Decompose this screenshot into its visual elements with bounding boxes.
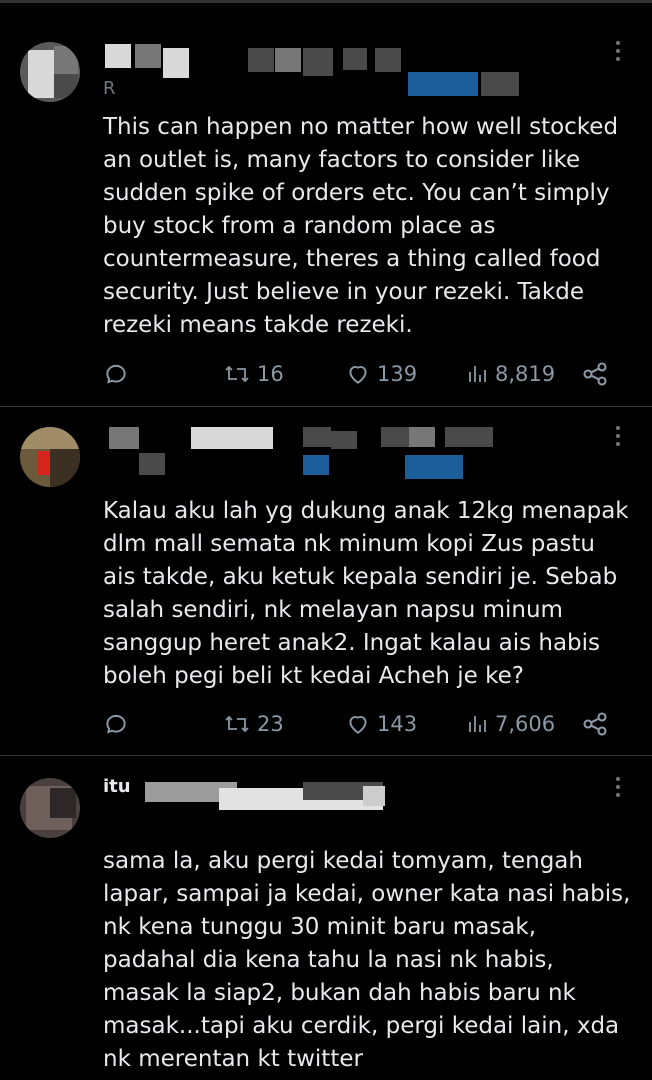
reply-icon [106, 364, 126, 384]
avatar[interactable] [20, 42, 80, 102]
share-icon [583, 712, 607, 736]
tweet-1[interactable]: R This can happen no matter how well sto… [0, 0, 652, 406]
more-icon[interactable] [608, 423, 628, 449]
heart-icon [349, 715, 367, 734]
share-button[interactable] [581, 358, 609, 390]
tweet-3[interactable]: itu sama la, aku pergi kedai tomyam, ten… [0, 756, 652, 1080]
views-button[interactable]: 7,606 [465, 708, 555, 740]
tweet-text: sama la, aku pergi kedai tomyam, tengah … [103, 848, 631, 1072]
reply-icon [106, 714, 126, 734]
retweet-button[interactable]: 23 [223, 708, 284, 740]
more-icon[interactable] [608, 774, 628, 800]
retweet-button[interactable]: 16 [223, 358, 284, 390]
tweet-text: Kalau aku lah yg dukung anak 12kg menapa… [103, 498, 629, 689]
views-count: 7,606 [495, 712, 556, 736]
tweet-actions: 23 143 7,606 [103, 708, 623, 740]
views-count: 8,819 [495, 362, 556, 386]
views-icon [469, 716, 486, 732]
heart-icon [349, 365, 367, 384]
author-name-fragment: itu [103, 776, 131, 797]
retweet-icon [225, 715, 249, 733]
author-name-redacted[interactable] [103, 425, 573, 483]
tweet-text: This can happen no matter how well stock… [103, 114, 619, 338]
tweet-2[interactable]: Kalau aku lah yg dukung anak 12kg menapa… [0, 407, 652, 755]
like-button[interactable]: 143 [345, 708, 417, 740]
author-name-fragment: R [103, 78, 116, 99]
share-button[interactable] [581, 708, 609, 740]
retweet-count: 16 [257, 362, 284, 386]
retweet-count: 23 [257, 712, 284, 736]
author-name-redacted[interactable] [103, 772, 573, 820]
tweet-actions: 16 139 8,819 [103, 358, 623, 390]
more-icon[interactable] [608, 38, 628, 64]
share-icon [583, 362, 607, 386]
views-icon [469, 366, 486, 382]
reply-button[interactable] [103, 358, 129, 390]
like-count: 143 [377, 712, 418, 736]
author-name-redacted[interactable] [103, 42, 573, 104]
like-count: 139 [377, 362, 418, 386]
retweet-icon [225, 365, 249, 383]
avatar[interactable] [20, 427, 80, 487]
avatar[interactable] [20, 778, 80, 838]
like-button[interactable]: 139 [345, 358, 417, 390]
views-button[interactable]: 8,819 [465, 358, 555, 390]
reply-button[interactable] [103, 708, 129, 740]
